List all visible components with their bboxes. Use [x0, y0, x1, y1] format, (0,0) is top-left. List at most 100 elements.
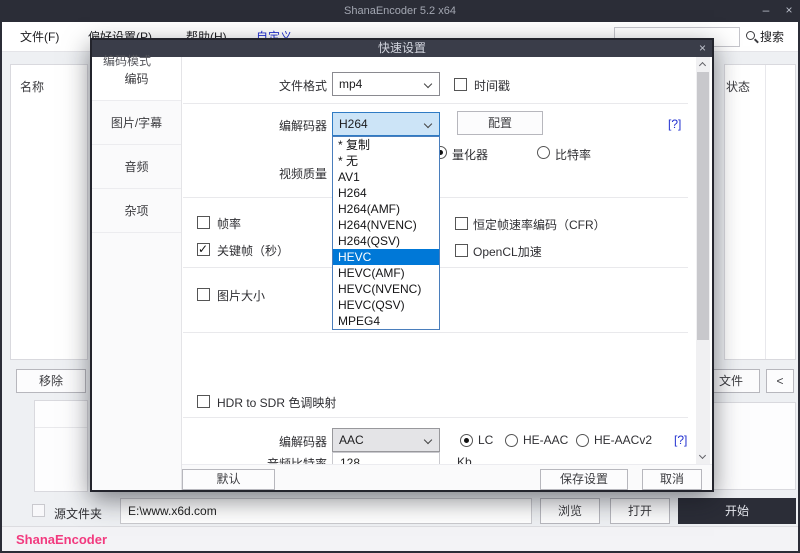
framerate-label: 帧率 [217, 215, 241, 232]
video-codec-select[interactable]: H264 [332, 112, 440, 136]
sidebar-item-misc[interactable]: 杂项 [92, 189, 181, 233]
dialog-footer: 默认 保存设置 取消 [182, 464, 712, 490]
codec-option[interactable]: H264(QSV) [333, 233, 439, 249]
browse-button[interactable]: 浏览 [540, 498, 600, 524]
column-name[interactable]: 名称 [20, 78, 44, 95]
audio-codec-label: 编解码器 [227, 433, 327, 450]
preview-box-right [708, 402, 796, 490]
encode-mode-label: 编码模式 [103, 52, 151, 69]
divider [183, 103, 688, 104]
codec-option[interactable]: * 无 [333, 153, 439, 169]
search-icon[interactable] [746, 31, 755, 40]
cfr-checkbox[interactable] [455, 217, 468, 230]
format-label: 文件格式 [227, 77, 327, 94]
lc-radio[interactable] [460, 434, 473, 447]
audio-bitrate-input[interactable]: 128 [332, 452, 440, 464]
audio-bitrate-label: 音频比特率 [227, 455, 327, 464]
codec-option[interactable]: HEVC(NVENC) [333, 281, 439, 297]
source-folder-checkbox[interactable] [32, 504, 45, 517]
codec-option[interactable]: HEVC(QSV) [333, 297, 439, 313]
heaac-label: HE-AAC [523, 433, 568, 447]
scroll-down-icon[interactable] [699, 452, 706, 459]
configure-button[interactable]: 配置 [457, 111, 543, 135]
status-bar [0, 526, 800, 553]
audio-codec-value: AAC [339, 433, 364, 447]
default-button[interactable]: 默认 [182, 469, 275, 490]
path-input[interactable]: E:\www.x6d.com [120, 498, 532, 524]
keyframe-checkbox[interactable] [197, 243, 210, 256]
hdr-checkbox[interactable] [197, 395, 210, 408]
divider [183, 332, 688, 333]
sidebar-item-audio[interactable]: 音频 [92, 145, 181, 189]
preview-box-left [34, 400, 88, 492]
codec-option[interactable]: H264(AMF) [333, 201, 439, 217]
quantizer-label: 量化器 [452, 146, 488, 163]
file-list-right [724, 64, 796, 360]
codec-option[interactable]: MPEG4 [333, 313, 439, 329]
file-list-left [10, 64, 88, 360]
sidebar-item-picture-subtitle[interactable]: 图片/字幕 [92, 101, 181, 145]
dialog-content: 文件格式 mp4 时间戳 编解码器 H264 配置 [?] 量化器 比特率 视频… [183, 57, 696, 464]
column-status[interactable]: 状态 [726, 78, 750, 95]
collapse-button[interactable]: < [766, 369, 794, 393]
picture-size-label: 图片大小 [217, 287, 265, 304]
chevron-down-icon [424, 120, 432, 128]
remove-button[interactable]: 移除 [16, 369, 86, 393]
format-select[interactable]: mp4 [332, 72, 440, 96]
search-button[interactable]: 搜索 [760, 22, 784, 52]
source-folder-label: 源文件夹 [54, 505, 102, 522]
save-settings-button[interactable]: 保存设置 [540, 469, 628, 490]
scroll-up-icon[interactable] [699, 62, 706, 69]
opencl-checkbox[interactable] [455, 244, 468, 257]
cfr-label: 恒定帧速率编码（CFR） [473, 216, 606, 233]
opencl-label: OpenCL加速 [473, 243, 542, 260]
video-codec-label: 编解码器 [227, 117, 327, 134]
picture-size-checkbox[interactable] [197, 288, 210, 301]
window-title: ShanaEncoder 5.2 x64 [0, 0, 800, 22]
app-window: ShanaEncoder 5.2 x64 – × 文件(F) 偏好设置(P) 帮… [0, 0, 800, 553]
divider [183, 417, 688, 418]
audio-codec-select[interactable]: AAC [332, 428, 440, 452]
timestamp-checkbox[interactable] [454, 78, 467, 91]
brand-logo: ShanaEncoder [16, 532, 107, 547]
scrollbar-thumb[interactable] [697, 72, 709, 340]
dialog-titlebar[interactable]: 快速设置 [92, 40, 712, 57]
menu-file[interactable]: 文件(F) [20, 22, 59, 52]
audio-help-link[interactable]: [?] [674, 433, 687, 447]
codec-dropdown-list: * 复制 * 无 AV1 H264 H264(AMF) H264(NVENC) … [332, 136, 440, 330]
cancel-button[interactable]: 取消 [642, 469, 702, 490]
quality-label: 视频质量 [227, 165, 327, 182]
column-divider [765, 65, 766, 359]
heaac-radio[interactable] [505, 434, 518, 447]
timestamp-label: 时间戳 [474, 77, 510, 94]
titlebar[interactable]: ShanaEncoder 5.2 x64 [0, 0, 800, 22]
audio-bitrate-unit: Kb [457, 455, 472, 464]
codec-option[interactable]: AV1 [333, 169, 439, 185]
format-value: mp4 [339, 77, 362, 91]
close-button[interactable]: × [779, 0, 799, 22]
dialog-scrollbar[interactable] [696, 57, 710, 464]
open-button[interactable]: 打开 [610, 498, 670, 524]
dialog-title: 快速设置 [92, 40, 712, 57]
codec-option[interactable]: H264(NVENC) [333, 217, 439, 233]
hdr-label: HDR to SDR 色调映射 [217, 394, 336, 411]
codec-option[interactable]: * 复制 [333, 137, 439, 153]
chevron-down-icon [424, 436, 432, 444]
quick-settings-dialog: 快速设置 × 编码 图片/字幕 音频 杂项 文件格式 mp4 时间戳 编解码器 … [90, 38, 714, 492]
bitrate-radio[interactable] [537, 146, 550, 159]
lc-label: LC [478, 433, 493, 447]
codec-option[interactable]: H264 [333, 185, 439, 201]
chevron-down-icon [424, 80, 432, 88]
framerate-checkbox[interactable] [197, 216, 210, 229]
heaacv2-radio[interactable] [576, 434, 589, 447]
bitrate-label: 比特率 [555, 146, 591, 163]
preview-divider [35, 427, 87, 428]
start-button[interactable]: 开始 [678, 498, 796, 524]
video-help-link[interactable]: [?] [668, 117, 681, 131]
video-codec-value: H264 [339, 117, 368, 131]
codec-option-selected[interactable]: HEVC [333, 249, 439, 265]
minimize-button[interactable]: – [755, 0, 777, 22]
codec-option[interactable]: HEVC(AMF) [333, 265, 439, 281]
keyframe-label: 关键帧（秒） [217, 242, 289, 259]
dialog-close-button[interactable]: × [699, 40, 706, 56]
